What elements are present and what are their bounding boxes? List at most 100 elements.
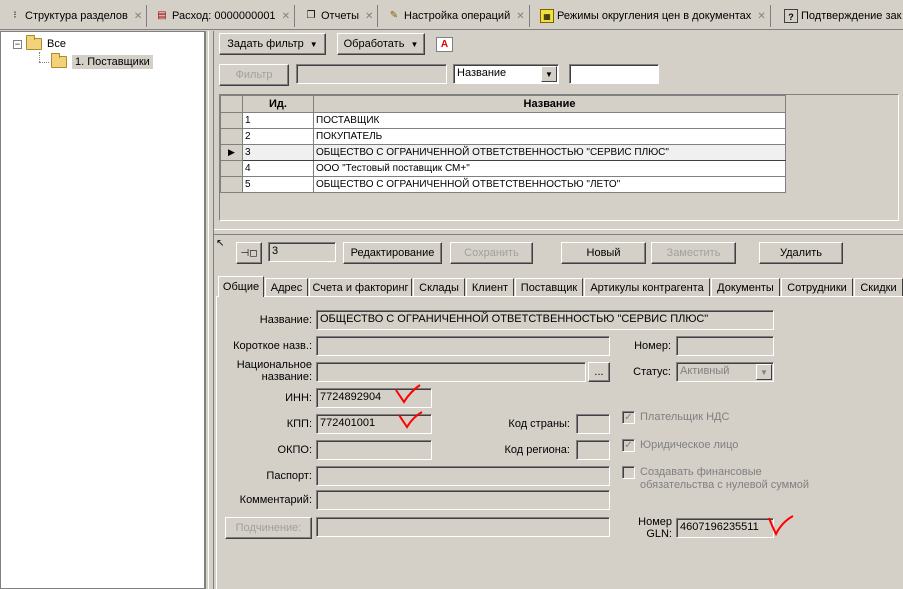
pin-button[interactable]: ⊣◻	[236, 242, 262, 264]
set-filter-button[interactable]: Задать фильтр ▼	[219, 33, 326, 55]
short-name-field[interactable]	[316, 336, 610, 356]
tab-warehouses[interactable]: Склады	[413, 278, 465, 296]
name-field[interactable]: ОБЩЕСТВО С ОГРАНИЧЕННОЙ ОТВЕТСТВЕННОСТЬЮ…	[316, 310, 774, 330]
table-row[interactable]: 1 ПОСТАВЩИК	[220, 112, 786, 129]
close-icon[interactable]: ✕	[134, 11, 142, 22]
vat-payer-label: Плательщик НДС	[640, 411, 730, 423]
table-row-selected[interactable]: ▶ 3 ОБЩЕСТВО С ОГРАНИЧЕННОЙ ОТВЕТСТВЕННО…	[220, 144, 786, 161]
current-row-arrow-icon: ▶	[220, 144, 243, 161]
annotation-checkmark	[395, 384, 421, 404]
tab-documents[interactable]: Документы	[711, 278, 780, 296]
number-label: Номер:	[634, 340, 671, 352]
number-field[interactable]	[676, 336, 774, 356]
tab-address[interactable]: Адрес	[265, 278, 308, 296]
replace-button[interactable]: Заместить	[651, 242, 736, 264]
filter-button[interactable]: Фильтр	[219, 64, 289, 86]
dropdown-arrow-icon: ▼	[309, 39, 318, 49]
close-icon[interactable]: ✕	[282, 11, 290, 22]
horizontal-splitter[interactable]	[214, 229, 903, 235]
collapse-icon[interactable]: −	[13, 39, 22, 49]
tree-node-all[interactable]: − Все	[13, 35, 66, 53]
annotation-checkmark	[398, 411, 423, 429]
country-code-field[interactable]	[576, 414, 610, 434]
doc-tab-structure[interactable]: ⁝ Структура разделов ✕	[4, 5, 148, 27]
section-tree: − Все 1. Поставщики	[0, 31, 206, 589]
tab-articles[interactable]: Артикулы контрагента	[584, 278, 710, 296]
vertical-splitter[interactable]	[208, 31, 214, 589]
delete-button[interactable]: Удалить	[759, 242, 843, 264]
open-folder-icon	[51, 53, 67, 68]
dropdown-arrow-icon[interactable]: ▼	[541, 66, 557, 82]
calculator-icon: ▦	[540, 9, 554, 23]
inn-label: ИНН:	[285, 392, 312, 404]
okpo-field[interactable]	[316, 440, 432, 460]
table-row[interactable]: 2 ПОКУПАТЕЛЬ	[220, 128, 786, 145]
vat-payer-checkbox[interactable]: ✓	[622, 411, 635, 424]
save-button[interactable]: Сохранить	[450, 242, 533, 264]
tab-supplier[interactable]: Поставщик	[515, 278, 583, 296]
short-name-label: Короткое назв.:	[233, 340, 312, 352]
column-header-id[interactable]: Ид.	[242, 95, 314, 113]
kpp-label: КПП:	[286, 418, 312, 430]
table-row[interactable]: 4 ООО "Тестовый поставщик СМ+"	[220, 160, 786, 177]
wand-icon: ✎	[389, 10, 399, 21]
doc-tab-operations[interactable]: ✎ Настройка операций ✕	[383, 5, 530, 27]
annotation-checkmark	[768, 515, 794, 537]
country-code-label: Код страны:	[508, 418, 570, 430]
gln-label: Номер GLN:	[638, 516, 672, 540]
column-header-name[interactable]: Название	[313, 95, 786, 113]
collapse-arrow-icon[interactable]: ↖	[216, 238, 228, 250]
row-indicator	[220, 112, 243, 129]
close-icon[interactable]: ✕	[365, 11, 373, 22]
process-button[interactable]: Обработать ▼	[337, 33, 425, 55]
subordination-button[interactable]: Подчинение:	[225, 517, 312, 539]
name-label: Название:	[259, 314, 312, 326]
filter-text-input[interactable]	[569, 64, 659, 84]
tab-employees[interactable]: Сотрудники	[781, 278, 853, 296]
grid-indicator-header	[220, 95, 243, 113]
tab-accounts[interactable]: Счета и факторинг	[309, 278, 412, 296]
national-name-field[interactable]	[316, 362, 586, 382]
close-icon[interactable]: ✕	[757, 11, 765, 22]
edit-button[interactable]: Редактирование	[343, 242, 442, 264]
row-indicator	[220, 176, 243, 193]
legal-entity-label: Юридическое лицо	[640, 439, 739, 451]
gln-field[interactable]: 4607196235511	[676, 518, 774, 538]
tab-discounts[interactable]: Скидки	[854, 278, 903, 296]
national-name-label: Национальное название:	[236, 359, 312, 383]
document-icon: ▤	[157, 10, 167, 21]
subordination-field[interactable]	[316, 517, 610, 537]
document-tab-strip: ⁝ Структура разделов ✕ ▤ Расход: 0000000…	[0, 0, 903, 30]
doc-tab-reports[interactable]: ❐ Отчеты ✕	[300, 5, 379, 27]
font-a-icon[interactable]: A	[436, 37, 453, 52]
close-icon[interactable]: ✕	[516, 11, 524, 22]
row-indicator	[220, 160, 243, 177]
tab-client[interactable]: Клиент	[466, 278, 514, 296]
tree-connector	[39, 62, 49, 63]
comment-field[interactable]	[316, 490, 610, 510]
doc-tab-expense[interactable]: ▤ Расход: 0000000001 ✕	[151, 5, 295, 27]
tree-node-suppliers[interactable]: 1. Поставщики	[51, 53, 153, 71]
passport-field[interactable]	[316, 466, 610, 486]
filter-value-field[interactable]	[296, 64, 447, 84]
passport-label: Паспорт:	[266, 470, 312, 482]
row-indicator	[220, 128, 243, 145]
pin-icon: ⊣◻	[240, 247, 258, 259]
zero-obligations-checkbox[interactable]	[622, 466, 635, 479]
national-name-ellipsis-button[interactable]: ...	[588, 362, 610, 382]
dots-icon: ⁝	[13, 10, 17, 21]
region-code-label: Код региона:	[504, 444, 570, 456]
tab-general[interactable]: Общие	[218, 276, 264, 297]
okpo-label: ОКПО:	[277, 444, 312, 456]
doc-tab-rounding[interactable]: ▦ Режимы округления цен в документах ✕	[536, 5, 771, 27]
table-row[interactable]: 5 ОБЩЕСТВО С ОГРАНИЧЕННОЙ ОТВЕТСТВЕННОСТ…	[220, 176, 786, 193]
zero-obligations-label: Создавать финансовые обязательства с нул…	[640, 466, 810, 491]
doc-tab-confirmation[interactable]: ? Подтверждение зак	[780, 5, 903, 27]
dropdown-arrow-icon[interactable]: ▼	[756, 364, 772, 380]
region-code-field[interactable]	[576, 440, 610, 460]
current-id-field: 3	[268, 242, 336, 262]
status-label: Статус:	[633, 366, 671, 378]
counterparty-grid: Ид. Название 1 ПОСТАВЩИК 2 ПОКУПАТЕЛЬ ▶ …	[219, 94, 899, 221]
legal-entity-checkbox[interactable]: ✓	[622, 439, 635, 452]
new-button[interactable]: Новый	[561, 242, 646, 264]
